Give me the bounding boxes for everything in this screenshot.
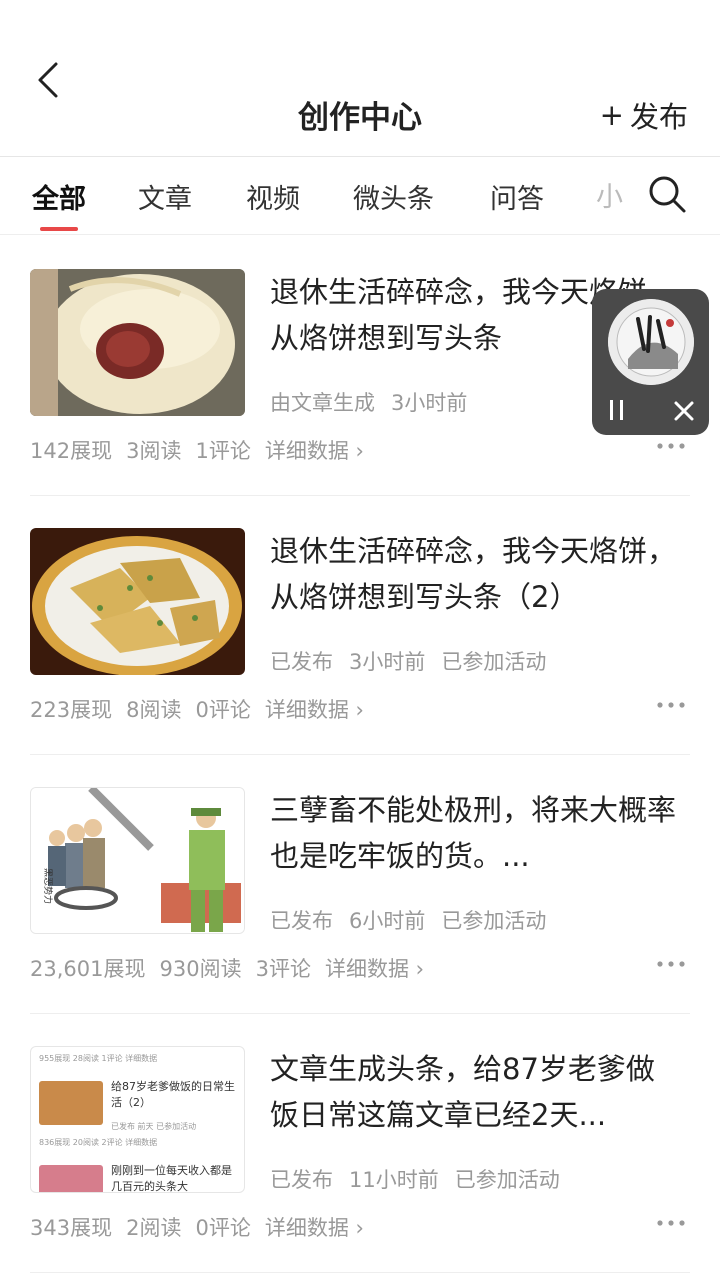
close-icon[interactable] [672, 399, 696, 423]
article-meta: 已发布 6小时前 已参加活动 [270, 905, 562, 935]
impressions-count: 343展现 [30, 1216, 113, 1240]
tab-more-partial[interactable]: 小 [596, 175, 624, 214]
detail-data-link[interactable]: 详细数据 › [265, 439, 364, 463]
thumb-stats-row: 836展现 20阅读 2评论 详细数据 [39, 1138, 158, 1147]
impressions-count: 23,601展现 [30, 957, 146, 981]
article-stats: 343展现 2阅读 0评论 详细数据 › [30, 1212, 378, 1242]
tab-qa[interactable]: 问答 [490, 177, 544, 216]
active-tab-indicator [40, 227, 78, 231]
article-meta: 由文章生成 3小时前 [270, 387, 483, 417]
thumbnail-image [30, 528, 245, 675]
tab-articles[interactable]: 文章 [138, 177, 192, 216]
album-cover-image [608, 299, 694, 385]
impressions-count: 142展现 [30, 439, 113, 463]
thumb-inner-title: 刚刚到一位每天收入都是几百元的头条大 [111, 1164, 232, 1193]
article-meta: 已发布 11小时前 已参加活动 [270, 1164, 576, 1194]
more-options-icon[interactable] [656, 698, 686, 712]
category-tabs: 全部 文章 视频 微头条 问答 小 [0, 157, 720, 235]
detail-data-link[interactable]: 详细数据 › [265, 698, 364, 722]
more-options-icon[interactable] [656, 1216, 686, 1230]
time-label: 3小时前 [349, 650, 426, 674]
article-stats: 142展现 3阅读 1评论 详细数据 › [30, 435, 378, 465]
more-options-icon[interactable] [656, 439, 686, 453]
comments-count: 0评论 [195, 698, 251, 722]
thumb-inner-image [39, 1081, 103, 1125]
status-label: 已发布 [270, 1168, 333, 1192]
tab-micro-posts[interactable]: 微头条 [353, 177, 434, 216]
reads-count: 3阅读 [126, 439, 182, 463]
thumb-inner-image [39, 1165, 103, 1192]
floating-audio-player[interactable] [592, 289, 709, 435]
plus-icon: + [599, 98, 624, 132]
article-title[interactable]: 三孽畜不能处极刑，将来大概率也是吃牢饭的货。... [270, 787, 678, 879]
status-label: 由文章生成 [270, 391, 375, 415]
article-stats: 223展现 8阅读 0评论 详细数据 › [30, 694, 378, 724]
more-options-icon[interactable] [656, 957, 686, 971]
pause-icon[interactable] [604, 397, 630, 423]
article-title[interactable]: 文章生成头条，给87岁老爹做饭日常这篇文章已经2天... [270, 1046, 678, 1138]
activity-label: 已参加活动 [441, 650, 547, 674]
thumb-inner-meta: 已发布 前天 已参加活动 [111, 1122, 197, 1131]
article-title[interactable]: 退休生活碎碎念，我今天烙饼，从烙饼想到写头条（2） [270, 528, 678, 620]
top-header: 创作中心 + 发布 [0, 0, 720, 157]
status-label: 已发布 [270, 909, 333, 933]
time-label: 3小时前 [391, 391, 468, 415]
reads-count: 930阅读 [159, 957, 242, 981]
article-stats: 23,601展现 930阅读 3评论 详细数据 › [30, 953, 438, 983]
thumbnail-image: 955展现 28阅读 1评论 详细数据 给87岁老爹做饭的日常生活（2） 已发布… [30, 1046, 245, 1193]
tab-videos[interactable]: 视频 [246, 177, 300, 216]
reads-count: 8阅读 [126, 698, 182, 722]
comments-count: 0评论 [195, 1216, 251, 1240]
content-card[interactable]: 黑恶势力 三孽畜不能处极刑，将来大概率也是吃牢饭的货。... 已发布 6小时前 已参… [30, 755, 690, 1014]
activity-label: 已参加活动 [441, 909, 547, 933]
detail-data-link[interactable]: 详细数据 › [325, 957, 424, 981]
tab-all[interactable]: 全部 [32, 177, 86, 216]
content-card[interactable]: 退休生活碎碎念，我今天烙饼，从烙饼想到写头条 由文章生成 3小时前 142展现 3阅… [30, 237, 690, 496]
publish-label: 发布 [629, 100, 688, 134]
thumb-inner-title: 给87岁老爹做饭的日常生活（2） [111, 1080, 235, 1109]
status-label: 已发布 [270, 650, 333, 674]
publish-button[interactable]: + 发布 [600, 94, 688, 136]
search-icon[interactable] [646, 173, 688, 215]
thumbnail-image [30, 269, 245, 416]
svg-text:黑恶势力: 黑恶势力 [42, 868, 54, 904]
activity-label: 已参加活动 [454, 1168, 560, 1192]
thumb-stats-row: 955展现 28阅读 1评论 详细数据 [39, 1054, 158, 1063]
time-label: 11小时前 [349, 1168, 439, 1192]
thumbnail-image: 黑恶势力 [30, 787, 245, 934]
content-card[interactable]: 退休生活碎碎念，我今天烙饼，从烙饼想到写头条（2） 已发布 3小时前 已参加活动 2… [30, 496, 690, 755]
content-card[interactable]: 955展现 28阅读 1评论 详细数据 给87岁老爹做饭的日常生活（2） 已发布… [30, 1014, 690, 1273]
comments-count: 3评论 [255, 957, 311, 981]
impressions-count: 223展现 [30, 698, 113, 722]
comments-count: 1评论 [195, 439, 251, 463]
article-meta: 已发布 3小时前 已参加活动 [270, 646, 562, 676]
time-label: 6小时前 [349, 909, 426, 933]
reads-count: 2阅读 [126, 1216, 182, 1240]
detail-data-link[interactable]: 详细数据 › [265, 1216, 364, 1240]
